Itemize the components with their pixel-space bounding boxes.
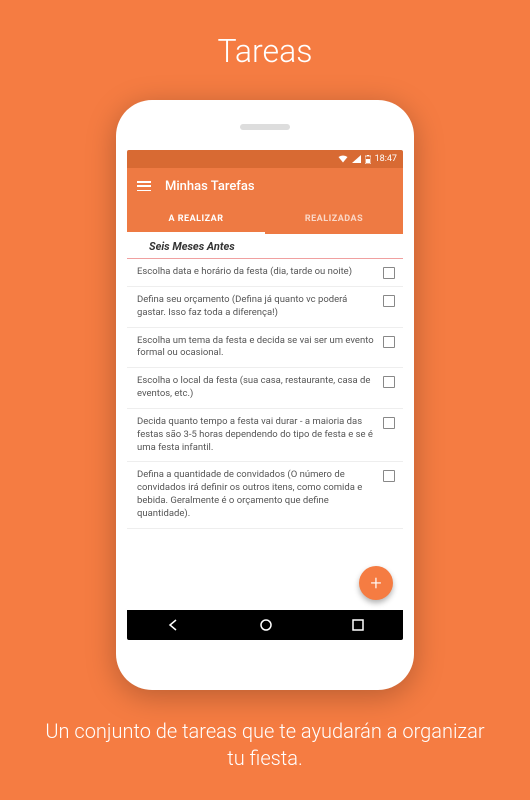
task-text: Escolha o local da festa (sua casa, rest… <box>137 375 377 401</box>
content-area[interactable]: Seis Meses Antes Escolha data e horário … <box>127 234 403 610</box>
checkbox[interactable] <box>383 295 395 307</box>
menu-icon[interactable] <box>137 181 151 191</box>
task-item[interactable]: Escolha o local da festa (sua casa, rest… <box>127 368 403 409</box>
nav-bar <box>127 610 403 640</box>
tab-a-realizar[interactable]: A REALIZAR <box>127 204 265 234</box>
screen: 18:47 Minhas Tarefas A REALIZAR REALIZAD… <box>127 150 403 640</box>
task-list: Escolha data e horário da festa (dia, ta… <box>127 259 403 529</box>
signal-icon <box>352 155 361 163</box>
recent-icon[interactable] <box>352 619 364 631</box>
task-item[interactable]: Defina a quantidade de convidados (O núm… <box>127 462 403 528</box>
tab-realizadas[interactable]: REALIZADAS <box>265 204 403 234</box>
task-item[interactable]: Escolha data e horário da festa (dia, ta… <box>127 259 403 287</box>
home-icon[interactable] <box>259 618 273 632</box>
page-subtitle: Un conjunto de tareas que te ayudarán a … <box>0 718 530 772</box>
status-time: 18:47 <box>375 154 397 164</box>
checkbox[interactable] <box>383 417 395 429</box>
task-item[interactable]: Escolha um tema da festa e decida se vai… <box>127 328 403 369</box>
task-text: Defina seu orçamento (Defina já quanto v… <box>137 294 377 320</box>
phone-speaker <box>240 124 290 130</box>
checkbox[interactable] <box>383 267 395 279</box>
task-item[interactable]: Defina seu orçamento (Defina já quanto v… <box>127 287 403 328</box>
phone-frame: 18:47 Minhas Tarefas A REALIZAR REALIZAD… <box>116 100 414 690</box>
page-title: Tareas <box>0 0 530 70</box>
checkbox[interactable] <box>383 470 395 482</box>
status-bar: 18:47 <box>127 150 403 168</box>
task-text: Defina a quantidade de convidados (O núm… <box>137 469 377 520</box>
wifi-icon <box>338 155 348 163</box>
back-icon[interactable] <box>166 618 180 632</box>
section-header: Seis Meses Antes <box>127 234 403 259</box>
add-task-fab[interactable]: + <box>359 566 393 600</box>
task-text: Escolha data e horário da festa (dia, ta… <box>137 266 377 279</box>
battery-icon <box>365 155 371 164</box>
checkbox[interactable] <box>383 376 395 388</box>
task-text: Escolha um tema da festa e decida se vai… <box>137 335 377 361</box>
app-title: Minhas Tarefas <box>165 179 255 194</box>
checkbox[interactable] <box>383 336 395 348</box>
tabs: A REALIZAR REALIZADAS <box>127 204 403 234</box>
task-item[interactable]: Decida quanto tempo a festa vai durar - … <box>127 409 403 462</box>
app-bar: Minhas Tarefas <box>127 168 403 204</box>
task-text: Decida quanto tempo a festa vai durar - … <box>137 416 377 454</box>
